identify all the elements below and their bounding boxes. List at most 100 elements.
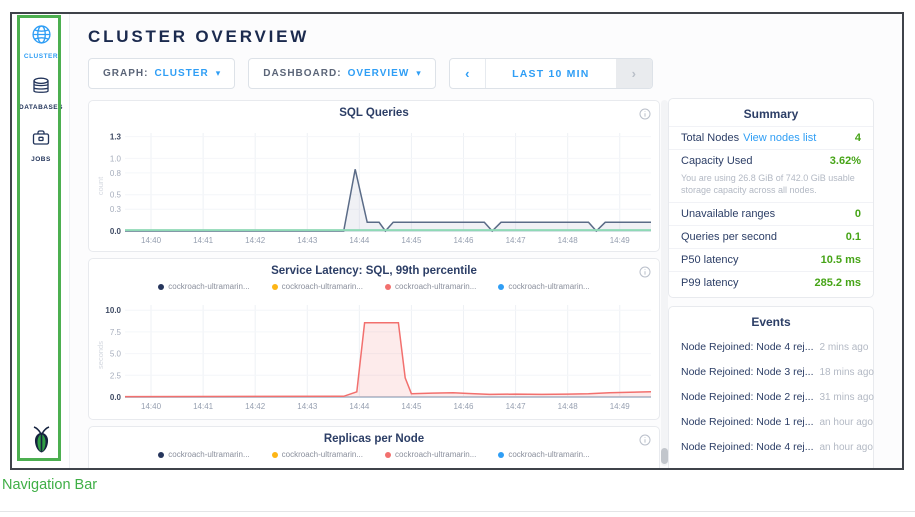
legend-dot-icon: [385, 452, 391, 458]
time-range-label[interactable]: LAST 10 MIN: [486, 59, 616, 88]
svg-text:14:41: 14:41: [193, 236, 214, 245]
svg-text:7.5: 7.5: [110, 328, 122, 337]
info-icon[interactable]: [639, 107, 651, 119]
legend-item[interactable]: cockroach-ultramarin...: [158, 450, 249, 459]
summary-row-total-nodes: Total Nodes View nodes list 4: [669, 126, 873, 149]
service-latency-chart-canvas[interactable]: 14:4014:4114:4214:4314:4414:4514:4614:47…: [95, 297, 655, 413]
event-text[interactable]: Node Rejoined: Node 1 rej...: [681, 416, 814, 428]
svg-text:0.0: 0.0: [110, 227, 122, 236]
legend-dot-icon: [158, 452, 164, 458]
summary-row-qps: Queries per second 0.1: [669, 225, 873, 248]
event-row: Node Rejoined: Node 4 rej... 2 mins ago: [669, 334, 873, 359]
event-text[interactable]: Node Rejoined: Node 2 rej...: [681, 391, 814, 403]
replicas-chart-canvas[interactable]: 14:4014:4114:4214:4314:4414:4514:4614:47…: [95, 465, 655, 470]
event-row: Node Rejoined: Node 3 rej... 18 mins ago: [669, 359, 873, 384]
legend-item[interactable]: cockroach-ultramarin...: [272, 282, 363, 291]
scrollbar-track: [661, 100, 668, 466]
summary-label: Unavailable ranges: [681, 208, 775, 220]
page-title: CLUSTER OVERVIEW: [88, 27, 309, 47]
summary-title: Summary: [669, 99, 873, 126]
events-title: Events: [669, 307, 873, 334]
info-icon[interactable]: [639, 265, 651, 277]
svg-text:14:49: 14:49: [610, 402, 631, 411]
info-icon[interactable]: [639, 433, 651, 445]
svg-text:14:42: 14:42: [245, 402, 266, 411]
svg-text:14:44: 14:44: [349, 236, 370, 245]
svg-text:1.3: 1.3: [110, 133, 122, 142]
page: CLUSTER DATABASES: [0, 0, 915, 517]
legend-item[interactable]: cockroach-ultramarin...: [158, 282, 249, 291]
event-time: 18 mins ago: [820, 367, 874, 378]
svg-text:14:40: 14:40: [141, 236, 162, 245]
legend-dot-icon: [272, 284, 278, 290]
summary-label: P50 latency: [681, 254, 738, 266]
svg-text:14:46: 14:46: [453, 402, 474, 411]
graph-selector-button[interactable]: GRAPH: CLUSTER ▾: [88, 58, 235, 89]
legend-label: cockroach-ultramarin...: [168, 450, 249, 459]
legend-label: cockroach-ultramarin...: [395, 450, 476, 459]
summary-value: 0.1: [846, 231, 861, 243]
summary-label: Queries per second: [681, 231, 777, 243]
legend-dot-icon: [498, 284, 504, 290]
svg-text:14:45: 14:45: [401, 402, 422, 411]
event-time: 2 mins ago: [820, 342, 869, 353]
legend-label: cockroach-ultramarin...: [282, 282, 363, 291]
scrollbar-thumb[interactable]: [661, 448, 668, 464]
sidebar-item-cluster[interactable]: CLUSTER: [12, 24, 70, 60]
legend-item[interactable]: cockroach-ultramarin...: [498, 282, 589, 291]
summary-row-p50: P50 latency 10.5 ms: [669, 248, 873, 271]
svg-text:14:49: 14:49: [610, 236, 631, 245]
graph-selector-value: CLUSTER: [154, 68, 208, 79]
summary-row-unavailable-ranges: Unavailable ranges 0: [669, 202, 873, 225]
svg-text:14:41: 14:41: [193, 402, 214, 411]
sidebar-item-jobs[interactable]: JOBS: [12, 128, 70, 163]
chart-title: Service Latency: SQL, 99th percentile: [89, 265, 659, 277]
svg-text:14:48: 14:48: [558, 402, 579, 411]
capacity-subtext: You are using 26.8 GiB of 742.0 GiB usab…: [669, 172, 873, 202]
svg-text:0.3: 0.3: [110, 205, 122, 214]
legend-dot-icon: [272, 452, 278, 458]
time-prev-button[interactable]: ‹: [450, 59, 486, 88]
legend-dot-icon: [498, 452, 504, 458]
time-next-button[interactable]: ›: [616, 59, 652, 88]
svg-text:14:43: 14:43: [297, 236, 318, 245]
sql-queries-chart-card: SQL Queries 14:4014:4114:4214:4314:4414:…: [88, 100, 660, 252]
legend-dot-icon: [385, 284, 391, 290]
dashboard-selector-button[interactable]: DASHBOARD: OVERVIEW ▾: [248, 58, 436, 89]
summary-value: 10.5 ms: [821, 254, 861, 266]
chevron-down-icon: ▾: [216, 68, 221, 79]
briefcase-icon: [31, 128, 51, 153]
svg-text:14:40: 14:40: [141, 402, 162, 411]
sidebar-item-databases[interactable]: DATABASES: [12, 76, 70, 111]
summary-value: 3.62%: [830, 155, 861, 167]
event-text[interactable]: Node Rejoined: Node 3 rej...: [681, 366, 814, 378]
chart-legend: cockroach-ultramarin... cockroach-ultram…: [89, 450, 659, 459]
annotation-label: Navigation Bar: [2, 477, 97, 493]
globe-icon: [31, 24, 52, 50]
event-text[interactable]: Node Rejoined: Node 4 rej...: [681, 441, 814, 453]
event-time: an hour ago: [820, 442, 873, 453]
legend-item[interactable]: cockroach-ultramarin...: [385, 450, 476, 459]
legend-item[interactable]: cockroach-ultramarin...: [498, 450, 589, 459]
time-range-selector: ‹ LAST 10 MIN ›: [449, 58, 653, 89]
sql-queries-chart-canvas[interactable]: 14:4014:4114:4214:4314:4414:4514:4614:47…: [95, 125, 655, 247]
chart-title: Replicas per Node: [89, 433, 659, 445]
replicas-per-node-chart-card: Replicas per Node cockroach-ultramarin..…: [88, 426, 660, 470]
chart-title: SQL Queries: [89, 107, 659, 119]
dashboard-selector-value: OVERVIEW: [348, 68, 410, 79]
event-time: 31 mins ago: [820, 392, 874, 403]
summary-value: 0: [855, 208, 861, 220]
event-text[interactable]: Node Rejoined: Node 4 rej...: [681, 341, 814, 353]
svg-text:count: count: [96, 176, 105, 195]
svg-text:2.5: 2.5: [110, 371, 122, 380]
event-row: Node Rejoined: Node 2 rej... 31 mins ago: [669, 384, 873, 409]
legend-item[interactable]: cockroach-ultramarin...: [272, 450, 363, 459]
svg-text:14:43: 14:43: [297, 402, 318, 411]
sidebar-item-label: CLUSTER: [12, 53, 70, 60]
event-row: Node Rejoined: Node 1 rej... an hour ago: [669, 409, 873, 434]
summary-label: Total Nodes: [681, 132, 739, 144]
cockroach-logo[interactable]: [12, 425, 70, 460]
event-row: Node Rejoined: Node 4 rej... an hour ago: [669, 434, 873, 459]
view-nodes-list-link[interactable]: View nodes list: [743, 132, 855, 144]
legend-item[interactable]: cockroach-ultramarin...: [385, 282, 476, 291]
